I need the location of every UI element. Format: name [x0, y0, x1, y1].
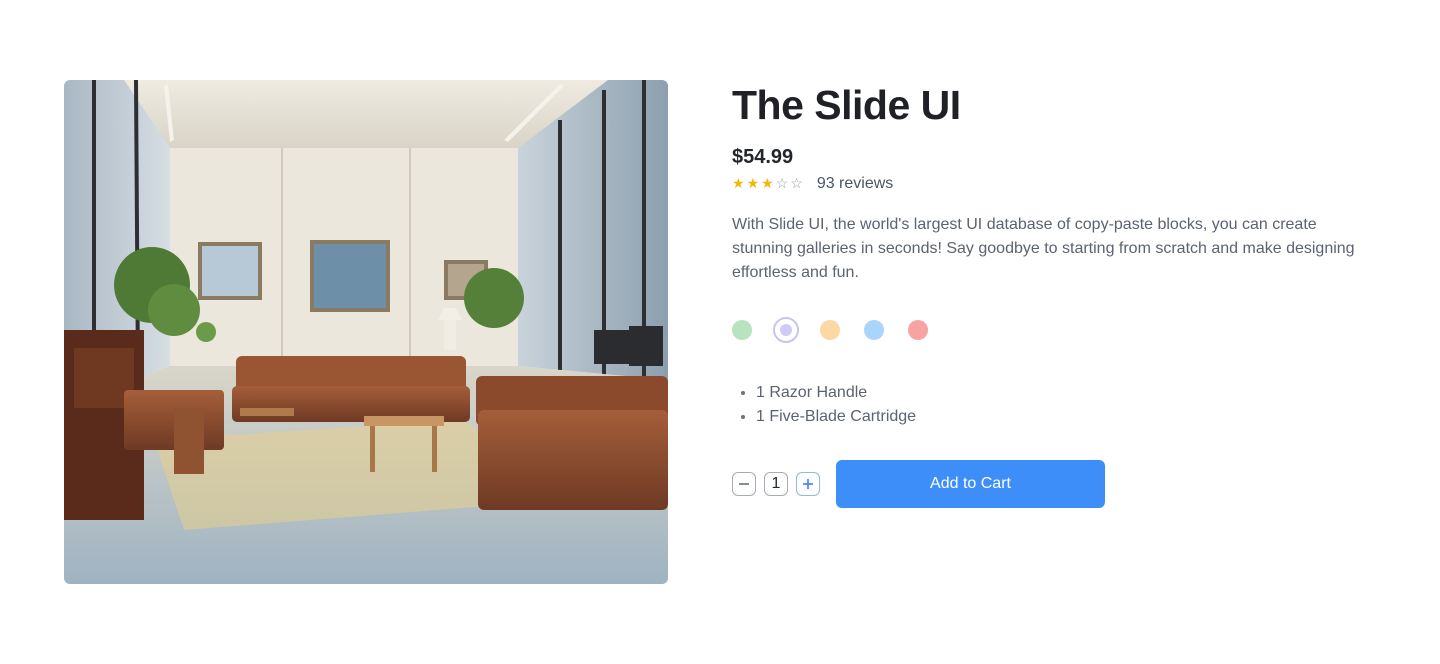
- color-swatch[interactable]: [908, 320, 928, 340]
- rating-stars: ★ ★ ★ ☆ ☆: [732, 175, 805, 193]
- quantity-field[interactable]: 1: [764, 472, 788, 496]
- rating: ★ ★ ★ ☆ ☆ 93 reviews: [732, 175, 893, 193]
- quantity-decrease-button[interactable]: [732, 472, 756, 496]
- color-swatch[interactable]: [773, 317, 799, 343]
- color-swatch[interactable]: [820, 320, 840, 340]
- reviews-link[interactable]: 93 reviews: [817, 175, 893, 193]
- star-empty-icon: ☆: [790, 175, 803, 191]
- star-empty-icon: ☆: [775, 175, 789, 191]
- plus-icon: [803, 479, 813, 489]
- quantity-increase-button[interactable]: [796, 472, 820, 496]
- feature-item: 1 Razor Handle: [756, 381, 916, 405]
- star-filled-icon: ★: [746, 175, 760, 191]
- minus-icon: [739, 483, 749, 485]
- product-image: [64, 80, 668, 584]
- star-filled-icon: ★: [732, 175, 745, 191]
- quantity-stepper: 1: [732, 472, 820, 496]
- star-filled-icon: ★: [761, 175, 774, 191]
- add-to-cart-button[interactable]: Add to Cart: [836, 460, 1105, 508]
- color-options: [732, 317, 952, 343]
- feature-list: 1 Razor Handle 1 Five-Blade Cartridge: [732, 381, 916, 429]
- color-swatch[interactable]: [864, 320, 884, 340]
- product-title: The Slide UI: [732, 82, 961, 128]
- feature-item: 1 Five-Blade Cartridge: [756, 405, 916, 429]
- color-swatch[interactable]: [732, 320, 752, 340]
- product-description: With Slide UI, the world's largest UI da…: [732, 216, 1355, 281]
- product-price: $54.99: [732, 146, 794, 168]
